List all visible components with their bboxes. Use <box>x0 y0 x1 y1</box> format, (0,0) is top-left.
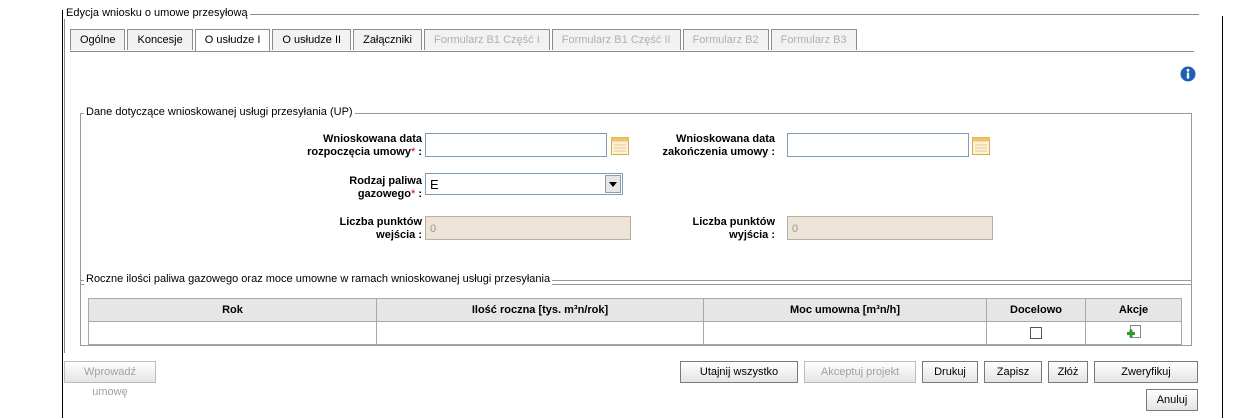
cell-docelowo <box>986 321 1086 345</box>
tab-o-usludze-2[interactable]: O usłudze II <box>272 29 352 50</box>
cell-rok[interactable] <box>88 321 377 345</box>
tab-formularz-b3[interactable]: Formularz B3 <box>770 29 857 50</box>
calendar-icon[interactable] <box>972 137 990 155</box>
exit-points-input: 0 <box>787 216 993 240</box>
tab-zalaczniki[interactable]: Załączniki <box>353 29 422 50</box>
submit-button[interactable]: Złóż <box>1048 361 1088 383</box>
entry-points-input: 0 <box>425 216 631 240</box>
column-header-ilosc-roczna[interactable]: Ilość roczna [tys. m³n/rok] <box>376 298 704 322</box>
column-header-moc-umowna[interactable]: Moc umowna [m³n/h] <box>703 298 987 322</box>
hide-all-button[interactable]: Utajnij wszystko <box>680 361 798 383</box>
enter-contract-button[interactable]: Wprowadź umowę <box>64 361 156 398</box>
fuel-type-value: E <box>430 177 439 192</box>
tab-formularz-b1-czesc-1[interactable]: Formularz B1 Część I <box>424 29 550 50</box>
print-button[interactable]: Drukuj <box>922 361 978 383</box>
chevron-down-icon[interactable] <box>605 175 621 193</box>
cell-akcje <box>1085 321 1182 345</box>
tab-ogolne[interactable]: Ogólne <box>70 29 126 50</box>
cell-ilosc-roczna[interactable] <box>376 321 704 345</box>
tab-formularz-b2[interactable]: Formularz B2 <box>682 29 769 50</box>
end-date-label: Wnioskowana data zakończenia umowy : <box>662 133 775 158</box>
column-header-akcje: Akcje <box>1085 298 1182 322</box>
tab-bar: Ogólne Koncesje O usłudze I O usłudze II… <box>70 29 859 52</box>
annual-quantities-table: Rok Ilość roczna [tys. m³n/rok] Moc umow… <box>88 298 1182 345</box>
tab-formularz-b1-czesc-2[interactable]: Formularz B1 Część II <box>551 29 681 50</box>
tab-koncesje[interactable]: Koncesje <box>127 29 193 50</box>
fuel-type-label: Rodzaj paliwa gazowego* : <box>349 175 422 200</box>
info-icon[interactable] <box>1180 66 1196 82</box>
add-row-icon[interactable] <box>1126 325 1142 341</box>
fuel-type-select[interactable]: E <box>425 173 623 195</box>
end-date-input[interactable] <box>787 133 969 157</box>
entry-points-label: Liczba punktów wejścia : <box>339 216 423 241</box>
right-border-line <box>1222 16 1223 418</box>
service-data-legend: Dane dotyczące wnioskowanej usługi przes… <box>84 106 355 118</box>
column-header-docelowo[interactable]: Docelowo <box>986 298 1086 322</box>
accept-project-button[interactable]: Akceptuj projekt <box>804 361 916 383</box>
annual-quantities-legend: Roczne ilości paliwa gazowego oraz moce … <box>84 273 553 285</box>
cancel-button[interactable]: Anuluj <box>1146 389 1198 411</box>
form-title: Edycja wniosku o umowe przesyłową <box>64 7 250 19</box>
cell-moc-umowna[interactable] <box>703 321 987 345</box>
verify-button[interactable]: Zweryfikuj <box>1094 361 1198 383</box>
exit-points-label: Liczba punktów wyjścia : <box>692 216 776 241</box>
start-date-input[interactable] <box>425 133 607 157</box>
save-button[interactable]: Zapisz <box>984 361 1042 383</box>
docelowo-checkbox[interactable] <box>1030 327 1042 340</box>
tab-o-usludze-1[interactable]: O usłudze I <box>194 29 271 52</box>
column-header-rok[interactable]: Rok <box>88 298 377 322</box>
table-row <box>88 321 1182 345</box>
left-border-line <box>62 10 63 418</box>
tab-content-border <box>70 51 1194 52</box>
start-date-label: Wnioskowana data rozpoczęcia umowy* : <box>307 133 422 158</box>
